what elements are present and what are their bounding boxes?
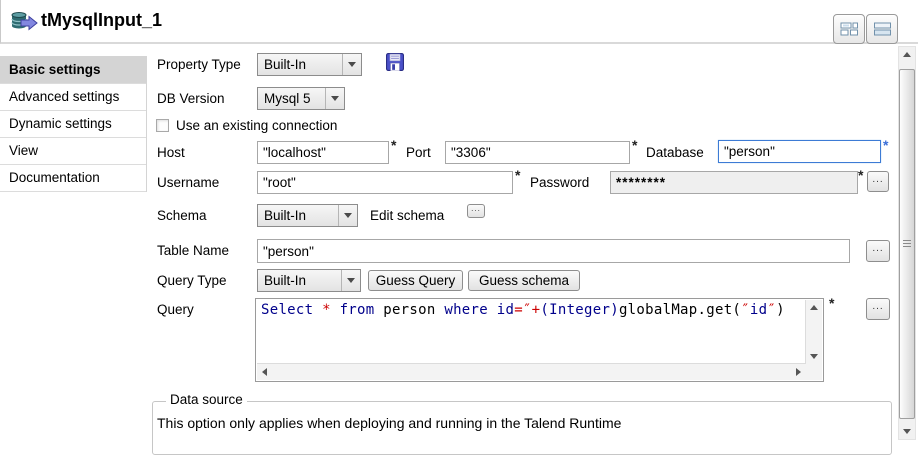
rows-layout-icon xyxy=(873,21,892,37)
username-required-marker: * xyxy=(515,167,520,183)
sql-keyword: id xyxy=(497,302,514,318)
sql-keyword: from xyxy=(340,302,375,318)
scroll-up-icon xyxy=(903,52,911,57)
query-type-select[interactable]: Built-In xyxy=(257,269,361,292)
ellipsis-icon: ... xyxy=(872,246,883,256)
chevron-down-icon xyxy=(342,54,361,75)
host-input[interactable] xyxy=(257,141,389,164)
sql-keyword: Select xyxy=(261,302,313,318)
grid-layout-button[interactable] xyxy=(833,14,865,44)
tab-documentation[interactable]: Documentation xyxy=(0,165,146,192)
sql-text xyxy=(488,302,497,318)
schema-select[interactable]: Built-In xyxy=(257,204,358,227)
tab-view[interactable]: View xyxy=(0,138,146,165)
scroll-up-icon[interactable] xyxy=(810,305,818,310)
query-label: Query xyxy=(157,302,194,317)
port-input[interactable] xyxy=(445,141,630,164)
sql-operator: =″+ xyxy=(514,302,540,318)
ellipsis-icon: ... xyxy=(872,304,883,314)
database-component-icon xyxy=(10,11,38,32)
sql-text: globalMap.get( xyxy=(619,302,741,318)
query-type-value: Built-In xyxy=(258,273,341,288)
chevron-down-icon xyxy=(325,88,344,109)
chevron-down-icon xyxy=(341,270,360,291)
password-required-marker: * xyxy=(858,167,863,183)
tab-dynamic-settings[interactable]: Dynamic settings xyxy=(0,111,146,138)
chevron-down-icon xyxy=(338,205,357,226)
rows-layout-button[interactable] xyxy=(866,14,898,44)
port-label: Port xyxy=(406,145,431,160)
scroll-right-icon[interactable] xyxy=(796,368,801,376)
sql-text xyxy=(331,302,340,318)
guess-schema-button[interactable]: Guess schema xyxy=(468,270,580,291)
sql-keyword: id xyxy=(750,302,767,318)
table-name-label: Table Name xyxy=(157,243,229,258)
password-label: Password xyxy=(530,175,589,190)
scroll-left-icon[interactable] xyxy=(262,368,267,376)
username-input[interactable] xyxy=(257,171,513,194)
database-input[interactable] xyxy=(718,140,881,163)
query-required-marker: * xyxy=(829,295,834,311)
property-type-select[interactable]: Built-In xyxy=(257,53,362,76)
header: tMysqlInput_1 xyxy=(0,0,918,44)
scroll-down-icon xyxy=(903,429,911,434)
query-vertical-scrollbar[interactable] xyxy=(805,300,822,364)
host-label: Host xyxy=(157,145,185,160)
schema-label: Schema xyxy=(157,208,207,223)
use-existing-connection-checkbox[interactable] xyxy=(156,119,169,132)
query-browse-button[interactable]: ... xyxy=(866,298,890,320)
scrollbar-corner xyxy=(806,364,822,380)
sql-keyword: (Integer) xyxy=(540,302,619,318)
sql-operator: ″ xyxy=(767,302,776,318)
scroll-up-button[interactable] xyxy=(899,47,915,64)
guess-query-button[interactable]: Guess Query xyxy=(368,270,463,291)
password-input[interactable] xyxy=(610,171,858,194)
query-horizontal-scrollbar[interactable] xyxy=(257,363,806,380)
db-version-value: Mysql 5 xyxy=(258,91,325,106)
tab-advanced-settings[interactable]: Advanced settings xyxy=(0,84,146,111)
table-name-browse-button[interactable]: ... xyxy=(866,240,890,262)
query-type-label: Query Type xyxy=(157,273,227,288)
db-version-label: DB Version xyxy=(157,91,225,106)
host-required-marker: * xyxy=(391,137,396,153)
sql-keyword: where xyxy=(444,302,488,318)
data-source-legend: Data source xyxy=(166,392,247,407)
data-source-note: This option only applies when deploying … xyxy=(157,415,621,431)
scrollbar-grip-icon xyxy=(903,240,911,249)
scrollbar-thumb[interactable] xyxy=(899,69,915,419)
username-label: Username xyxy=(157,175,219,190)
sql-text: ) xyxy=(776,302,785,318)
data-source-group: Data source This option only applies whe… xyxy=(152,401,892,455)
scroll-down-icon[interactable] xyxy=(810,354,818,359)
ellipsis-icon: ... xyxy=(471,206,481,216)
edit-schema-button[interactable]: ... xyxy=(467,204,485,218)
component-title: tMysqlInput_1 xyxy=(41,10,162,31)
database-label: Database xyxy=(646,145,704,160)
password-browse-button[interactable]: ... xyxy=(867,171,889,192)
vertical-scrollbar[interactable] xyxy=(898,46,916,440)
query-editor[interactable]: Select * from person where id=″+(Integer… xyxy=(255,298,824,382)
database-required-marker: * xyxy=(883,137,888,153)
scroll-down-button[interactable] xyxy=(899,422,915,439)
schema-value: Built-In xyxy=(258,208,338,223)
ellipsis-icon: ... xyxy=(872,177,883,187)
use-existing-connection-label: Use an existing connection xyxy=(176,118,337,133)
port-required-marker: * xyxy=(632,137,637,153)
query-text: Select * from person where id=″+(Integer… xyxy=(261,302,803,318)
sql-operator: * xyxy=(322,302,331,318)
db-version-select[interactable]: Mysql 5 xyxy=(257,87,345,110)
property-type-label: Property Type xyxy=(157,57,241,72)
settings-tabs: Basic settings Advanced settings Dynamic… xyxy=(0,56,147,192)
sql-text: person xyxy=(375,302,445,318)
table-name-input[interactable] xyxy=(257,239,850,263)
grid-layout-icon xyxy=(840,21,859,37)
sql-text xyxy=(313,302,322,318)
save-properties-button[interactable] xyxy=(386,53,404,71)
sql-operator: ″ xyxy=(741,302,750,318)
property-type-value: Built-In xyxy=(258,57,342,72)
edit-schema-label: Edit schema xyxy=(370,208,444,223)
tab-basic-settings[interactable]: Basic settings xyxy=(0,57,146,84)
